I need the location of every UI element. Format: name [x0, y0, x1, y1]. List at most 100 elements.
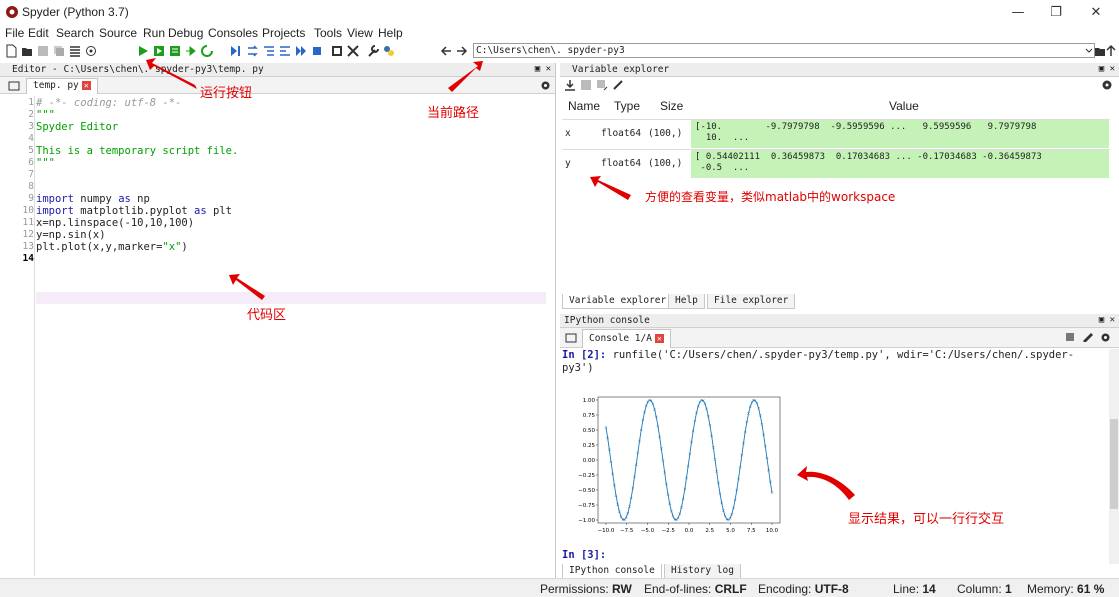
- line-number: 9: [28, 193, 34, 204]
- menu-source[interactable]: Source: [99, 26, 137, 40]
- forward-arrow-icon[interactable]: [456, 44, 468, 58]
- line-number: 2: [28, 109, 34, 120]
- status-encoding: Encoding: UTF-8: [758, 582, 849, 596]
- editor-pane-title: Editor - C:\Users\chen\. spyder-py3\temp…: [0, 63, 555, 77]
- menu-view[interactable]: View: [347, 26, 373, 40]
- y-tick-label: −0.75: [578, 503, 595, 509]
- continue-icon[interactable]: [295, 44, 307, 58]
- back-arrow-icon[interactable]: [440, 44, 452, 58]
- run-cell-advance-icon[interactable]: [169, 44, 181, 58]
- browse-tabs-icon[interactable]: [565, 332, 577, 343]
- ipython-title: IPython console ▣ ✕: [560, 314, 1119, 328]
- col-type[interactable]: Type: [614, 99, 640, 113]
- pane-float-close-icon[interactable]: ▣ ✕: [1099, 314, 1115, 327]
- menu-consoles[interactable]: Consoles: [208, 26, 258, 40]
- maximize-pane-icon[interactable]: [331, 44, 343, 58]
- save-data-icon[interactable]: [580, 79, 592, 91]
- pane-float-close-icon[interactable]: ▣ ✕: [1099, 63, 1115, 76]
- line-number: 11: [22, 217, 34, 228]
- console-scrollbar[interactable]: [1109, 349, 1119, 564]
- step-icon[interactable]: [247, 44, 259, 58]
- step-return-icon[interactable]: [279, 44, 291, 58]
- browse-tabs-icon[interactable]: [8, 80, 20, 91]
- scrollbar-thumb[interactable]: [1110, 419, 1118, 509]
- col-size[interactable]: Size: [660, 99, 683, 113]
- console-command: In [2]: runfile('C:/Users/chen/.spyder-p…: [562, 349, 1074, 362]
- y-tick-label: 0.00: [583, 458, 596, 464]
- stop-debug-icon[interactable]: [311, 44, 323, 58]
- list-icon[interactable]: [69, 44, 81, 58]
- console-output[interactable]: In [2]: runfile('C:/Users/chen/.spyder-p…: [560, 349, 1107, 564]
- gear-icon[interactable]: [1101, 79, 1113, 91]
- code-area[interactable]: 1 2 3 4 5 6 7 8 9 10 11 12 13 14 # -*- coding: utf-8 …: [0, 96, 555, 576]
- encoding-value: UTF-8: [814, 582, 849, 596]
- permissions-label: Permissions:: [540, 582, 609, 596]
- run-button[interactable]: [137, 44, 149, 58]
- menu-search[interactable]: Search: [56, 26, 94, 40]
- tab-ipython-console[interactable]: IPython console: [562, 564, 662, 579]
- save-data-as-icon[interactable]: [596, 79, 608, 91]
- rerun-icon[interactable]: [201, 44, 213, 58]
- save-icon[interactable]: [37, 44, 49, 58]
- pane-float-close-icon[interactable]: ▣ ✕: [535, 63, 551, 76]
- close-tab-icon[interactable]: ✕: [654, 334, 664, 343]
- annotation-code-area: 代码区: [247, 308, 287, 323]
- menu-tools[interactable]: Tools: [314, 26, 342, 40]
- maximize-button[interactable]: ❐: [1041, 2, 1071, 24]
- python-path-icon[interactable]: [383, 44, 395, 58]
- save-all-icon[interactable]: [53, 44, 65, 58]
- step-into-icon[interactable]: [263, 44, 275, 58]
- col-value[interactable]: Value: [889, 99, 919, 113]
- col-name[interactable]: Name: [568, 99, 600, 113]
- minimize-button[interactable]: —: [1003, 2, 1033, 24]
- close-button[interactable]: ✕: [1081, 2, 1111, 24]
- preferences-at-icon[interactable]: [85, 44, 97, 58]
- working-directory-input[interactable]: C:\Users\chen\. spyder-py3: [473, 43, 1095, 58]
- editor-tab-temp[interactable]: temp. py ✕: [26, 78, 98, 94]
- ipython-console-pane: IPython console ▣ ✕ Console 1/A ✕ In [2]:…: [560, 314, 1119, 578]
- table-row[interactable]: x float64 (100,) [-10. -9.7979798 -9.595…: [562, 119, 1110, 148]
- var-size: (100,): [648, 158, 683, 169]
- menu-projects[interactable]: Projects: [262, 26, 305, 40]
- menu-file[interactable]: File: [5, 26, 24, 40]
- annotation-results: 显示结果，可以一行行交互: [848, 512, 1005, 527]
- menu-edit[interactable]: Edit: [28, 26, 49, 40]
- line-number: 3: [28, 121, 34, 132]
- tab-file-explorer[interactable]: File explorer: [707, 294, 796, 309]
- run-cell-icon[interactable]: [153, 44, 165, 58]
- close-tab-icon[interactable]: ✕: [81, 81, 91, 90]
- debug-icon[interactable]: [229, 44, 241, 58]
- menu-run[interactable]: Run: [143, 26, 165, 40]
- tab-help[interactable]: Help: [668, 294, 705, 309]
- fullscreen-icon[interactable]: [347, 44, 359, 58]
- line-number: 6: [28, 157, 34, 168]
- code-line: plt.plot(x,y,marker="x"): [36, 241, 188, 253]
- run-selection-icon[interactable]: [185, 44, 197, 58]
- gear-icon[interactable]: [540, 80, 551, 91]
- code-line: import matplotlib.pyplot as plt: [36, 205, 232, 217]
- tab-history-log[interactable]: History log: [664, 564, 741, 579]
- variable-explorer-bottom-tabs: Variable explorer Help File explorer: [560, 294, 1119, 309]
- y-tick-label: 0.50: [583, 428, 596, 434]
- stop-kernel-icon[interactable]: [1065, 332, 1075, 342]
- wrench-icon[interactable]: [367, 44, 379, 58]
- gear-icon[interactable]: [1100, 332, 1111, 343]
- menu-help[interactable]: Help: [378, 26, 403, 40]
- new-file-icon[interactable]: [5, 44, 17, 58]
- main-toolbar: C:\Users\chen\. spyder-py3: [0, 42, 1119, 60]
- erase-icon[interactable]: [612, 79, 624, 91]
- import-data-icon[interactable]: [564, 79, 576, 91]
- menu-debug[interactable]: Debug: [168, 26, 203, 40]
- open-folder-icon[interactable]: [21, 44, 33, 58]
- var-value: [-10. -9.7979798 -9.5959596 ... 9.595959…: [691, 120, 1109, 148]
- editor-tabs: temp. py ✕: [0, 77, 555, 94]
- permissions-value: RW: [612, 582, 632, 596]
- line-number: 5: [28, 145, 34, 156]
- window-title: Spyder (Python 3.7): [22, 5, 129, 19]
- pencil-icon[interactable]: [1082, 332, 1094, 342]
- tab-variable-explorer[interactable]: Variable explorer: [562, 294, 674, 309]
- parent-dir-icon[interactable]: [1105, 44, 1117, 58]
- line-number: 7: [28, 169, 34, 180]
- table-row[interactable]: y float64 (100,) [ 0.54402111 0.36459873…: [562, 149, 1110, 178]
- console-tab[interactable]: Console 1/A ✕: [582, 329, 671, 348]
